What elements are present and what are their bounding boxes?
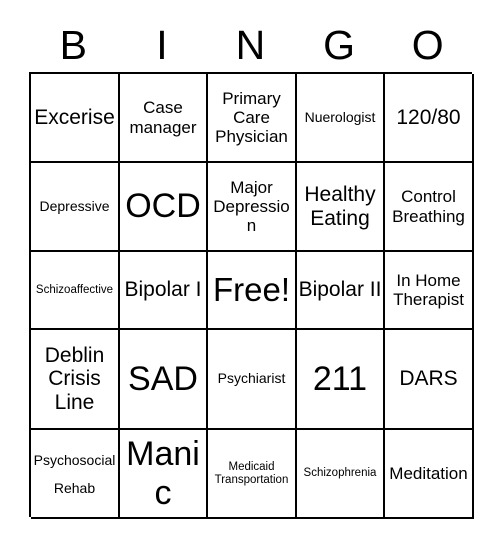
bingo-cell-label: Bipolar II (298, 278, 382, 302)
bingo-cell-i3[interactable]: Bipolar I (120, 252, 208, 330)
bingo-cell-o3[interactable]: In Home Therapist (385, 252, 474, 330)
bingo-cell-label: OCD (125, 187, 201, 226)
bingo-cell-label: Deblin Crisis Line (44, 343, 105, 414)
bingo-cell-label: Manic (126, 435, 200, 512)
bingo-cell-i1[interactable]: Case manager (120, 74, 208, 163)
bingo-cell-label: 211 (312, 359, 368, 398)
header-letter-i: I (156, 21, 168, 68)
bingo-cell-label: Schizophrenia (303, 467, 377, 480)
bingo-cell-g5[interactable]: Schizophrenia (297, 430, 385, 519)
bingo-cell-n4[interactable]: Psychiarist (208, 330, 297, 430)
bingo-cell-label: Major Depression (213, 177, 290, 236)
bingo-cell-label: Schizoaffective (35, 283, 114, 296)
bingo-cell-b4[interactable]: Deblin Crisis Line (31, 330, 120, 430)
header-letter-g: G (323, 21, 356, 68)
bingo-cell-b2[interactable]: Depressive (31, 163, 120, 252)
bingo-cell-n1[interactable]: Primary Care Physician (208, 74, 297, 163)
header-letter-n: N (235, 21, 266, 68)
bingo-cell-label: In Home Therapist (393, 270, 464, 309)
bingo-cell-label: 120/80 (396, 105, 461, 129)
bingo-cell-o5[interactable]: Meditation (385, 430, 474, 519)
bingo-cell-label: SAD (128, 359, 198, 398)
bingo-cell-label: Psychosocial Rehab (33, 451, 116, 496)
bingo-cell-o1[interactable]: 120/80 (385, 74, 474, 163)
header-letter-b: B (59, 21, 87, 68)
bingo-card: B I N G O Excerise Case manager Primary … (0, 0, 500, 544)
bingo-cell-i4[interactable]: SAD (120, 330, 208, 430)
bingo-header: B I N G O (29, 18, 472, 72)
bingo-cell-b5[interactable]: Psychosocial Rehab (31, 430, 120, 519)
bingo-free-label: Free! (212, 270, 291, 308)
bingo-cell-label: Primary Care Physician (215, 88, 288, 147)
bingo-cell-b1[interactable]: Excerise (31, 74, 120, 163)
bingo-cell-n5[interactable]: Medicaid Transportation (208, 430, 297, 519)
bingo-cell-o4[interactable]: DARS (385, 330, 474, 430)
bingo-cell-label: Medicaid Transportation (214, 460, 289, 486)
bingo-cell-label: Control Breathing (392, 187, 465, 226)
bingo-cell-i2[interactable]: OCD (120, 163, 208, 252)
bingo-grid: Excerise Case manager Primary Care Physi… (29, 72, 474, 519)
bingo-cell-g1[interactable]: Nuerologist (297, 74, 385, 163)
bingo-cell-label: Case manager (129, 98, 197, 137)
bingo-cell-i5[interactable]: Manic (120, 430, 208, 519)
bingo-cell-label: Nuerologist (304, 108, 376, 125)
bingo-cell-g3[interactable]: Bipolar II (297, 252, 385, 330)
bingo-cell-label: Depressive (39, 197, 110, 214)
bingo-cell-label: Healthy Eating (304, 182, 376, 230)
bingo-cell-o2[interactable]: Control Breathing (385, 163, 474, 252)
bingo-cell-free[interactable]: Free! (208, 252, 297, 330)
bingo-cell-label: Excerise (34, 105, 115, 129)
bingo-cell-g2[interactable]: Healthy Eating (297, 163, 385, 252)
bingo-cell-label: Bipolar I (124, 278, 202, 302)
bingo-cell-n2[interactable]: Major Depression (208, 163, 297, 252)
bingo-cell-g4[interactable]: 211 (297, 330, 385, 430)
bingo-cell-label: Psychiarist (217, 370, 286, 387)
bingo-cell-label: DARS (399, 367, 458, 391)
bingo-cell-b3[interactable]: Schizoaffective (31, 252, 120, 330)
bingo-cell-label: Meditation (389, 463, 468, 483)
header-letter-o: O (411, 21, 444, 68)
